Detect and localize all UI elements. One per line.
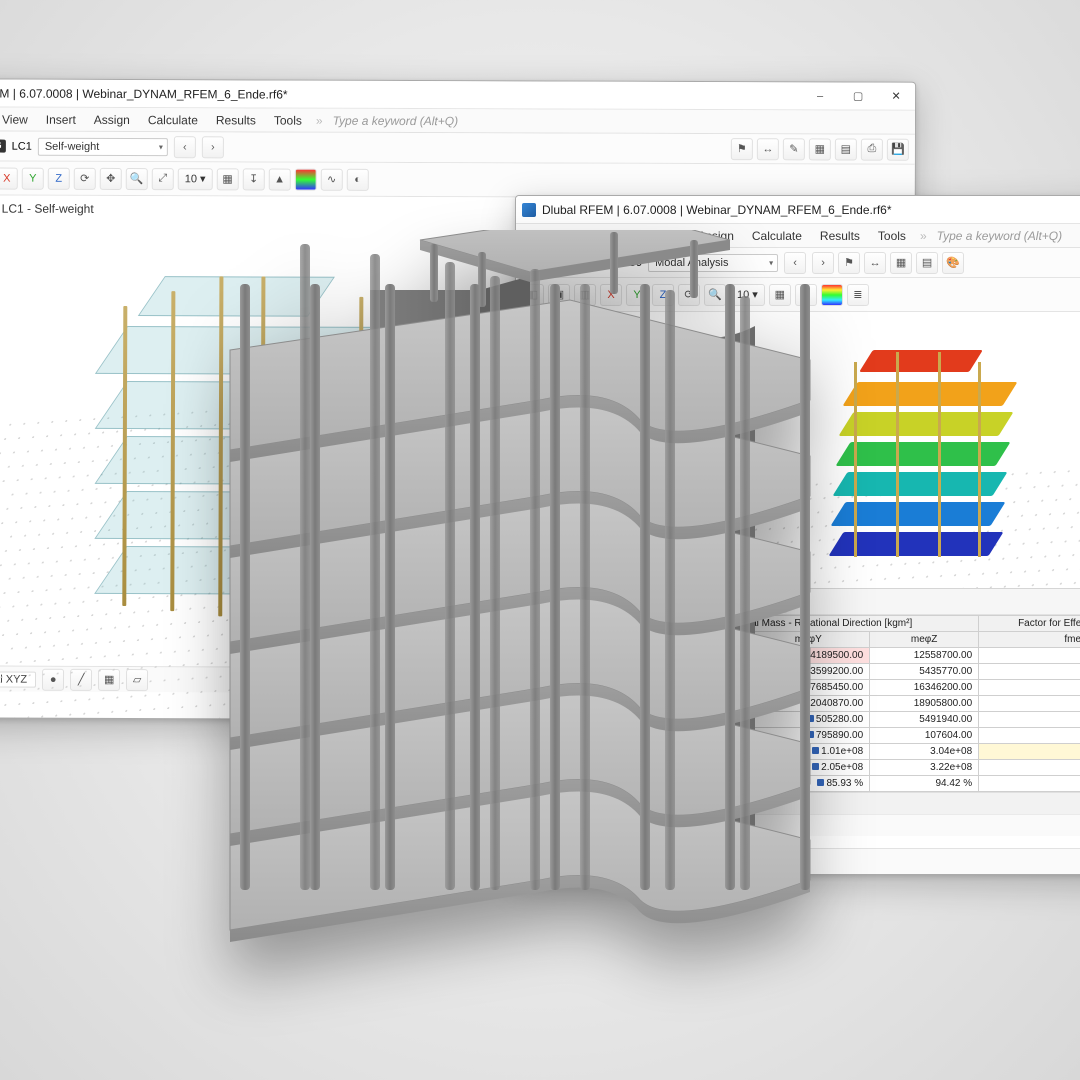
title-text: Dlubal RFEM | 6.07.0008 | Webinar_DYNAM_… [542, 203, 892, 217]
prev-lc-icon[interactable]: ‹ [174, 136, 196, 158]
cell[interactable] [979, 760, 1080, 776]
menu-results[interactable]: Results [208, 110, 264, 130]
axis-y-icon[interactable]: Y [22, 167, 44, 189]
menu-insert[interactable]: Insert [38, 109, 84, 129]
th-factor[interactable]: Factor for Effective Mod… [979, 616, 1080, 632]
grid-icon[interactable]: ▦ [809, 138, 831, 160]
axis-z-icon[interactable]: Z [48, 167, 70, 189]
cell[interactable] [979, 776, 1080, 792]
cell[interactable]: 5491940.00 [870, 712, 979, 728]
titlebar: Dlubal RFEM | 6.07.0008 | Webinar_DYNAM_… [0, 79, 915, 111]
section-icon[interactable]: ▤ [835, 138, 857, 160]
toolbar-loadcase: ▦ 🗀 G LC1 Self-weight ▾ ‹ › ⚑ ↔ ✎ ▦ ▤ ⎙ … [0, 131, 915, 165]
cell[interactable]: 18905800.00 [870, 696, 979, 712]
cell[interactable]: 3.04e+08 [870, 744, 979, 760]
cell[interactable]: 0.085 [979, 648, 1080, 664]
menu-calculate[interactable]: Calculate [140, 110, 206, 130]
layer-10-icon[interactable]: 10 ▾ [178, 168, 213, 190]
cell[interactable]: 0.015 [979, 680, 1080, 696]
doc-caption: LC1 - Self-weight [2, 202, 94, 216]
iso-surf-icon[interactable]: ◐ [347, 168, 369, 190]
titlebar: Dlubal RFEM | 6.07.0008 | Webinar_DYNAM_… [516, 196, 1080, 224]
maximize-button[interactable]: ▢ [839, 82, 877, 110]
search-input[interactable]: Type a keyword (Alt+Q) [333, 113, 459, 127]
axis-x-icon[interactable]: X [0, 167, 18, 189]
zoom-icon[interactable]: 🔍 [126, 167, 148, 189]
pan-icon[interactable]: ✥ [100, 167, 122, 189]
minimize-button[interactable]: – [801, 82, 839, 110]
th-fmex[interactable]: fmeX [979, 632, 1080, 648]
app-icon [522, 203, 536, 217]
menu-view[interactable]: View [0, 109, 36, 129]
menubar: File Edit View Insert Assign Calculate R… [0, 107, 915, 135]
results-color-icon[interactable] [295, 168, 317, 190]
menu-more-icon[interactable]: » [316, 113, 323, 127]
grid-icon[interactable]: ▦ [890, 252, 912, 274]
menu-more-icon[interactable]: » [920, 229, 927, 243]
loads-icon[interactable]: ↧ [243, 168, 265, 190]
mesh-icon[interactable]: ▦ [217, 168, 239, 190]
cell[interactable]: 5435770.00 [870, 664, 979, 680]
dim-icon[interactable]: ↔ [757, 138, 779, 160]
title-text: Dlubal RFEM | 6.07.0008 | Webinar_DYNAM_… [0, 86, 288, 101]
cell[interactable]: 0.955 [979, 744, 1080, 760]
lc-name-dropdown[interactable]: Self-weight ▾ [38, 137, 168, 155]
supports-icon[interactable]: ▲ [269, 168, 291, 190]
lc-name-label: Self-weight [45, 140, 99, 152]
annot-icon[interactable]: ✎ [783, 138, 805, 160]
menu-tools[interactable]: Tools [870, 226, 914, 246]
cell[interactable]: 3.22e+08 [870, 760, 979, 776]
deform-icon[interactable]: ∿ [321, 168, 343, 190]
search-input[interactable]: Type a keyword (Alt+Q) [937, 229, 1062, 243]
fit-icon[interactable]: ⤢ [152, 168, 174, 190]
cell[interactable]: 0.030 [979, 728, 1080, 744]
menu-tools[interactable]: Tools [266, 110, 310, 130]
cell[interactable]: 0.005 [979, 712, 1080, 728]
cell[interactable]: 0.040 [979, 696, 1080, 712]
model-render-foreground [170, 230, 870, 950]
toolbar-view: ◧ ▣ ▥ X Y Z ⟳ ✥ 🔍 ⤢ 10 ▾ ▦ ↧ ▲ ∿ ◐ [0, 161, 915, 199]
menu-assign[interactable]: Assign [86, 109, 138, 129]
tag-icon[interactable]: ⚑ [731, 138, 753, 160]
lc-code-badge: G [0, 140, 6, 153]
print-icon[interactable]: ⎙ [861, 138, 883, 160]
save-icon[interactable]: 💾 [887, 138, 909, 160]
next-lc-icon[interactable]: › [202, 136, 224, 158]
cell[interactable]: 12558700.00 [870, 648, 979, 664]
building-svg [170, 230, 870, 950]
cell[interactable]: 0.015 [979, 664, 1080, 680]
cell[interactable]: 107604.00 [870, 728, 979, 744]
cell[interactable]: 94.42 % [870, 776, 979, 792]
th-mezr[interactable]: meφZ [870, 632, 979, 648]
close-button[interactable]: ✕ [877, 82, 915, 110]
section-icon[interactable]: ▤ [916, 252, 938, 274]
cell[interactable]: 16346200.00 [870, 680, 979, 696]
rotate-icon[interactable]: ⟳ [74, 167, 96, 189]
chevron-down-icon: ▾ [159, 142, 163, 151]
palette-icon[interactable]: 🎨 [942, 252, 964, 274]
lc-id: LC1 [12, 140, 32, 152]
